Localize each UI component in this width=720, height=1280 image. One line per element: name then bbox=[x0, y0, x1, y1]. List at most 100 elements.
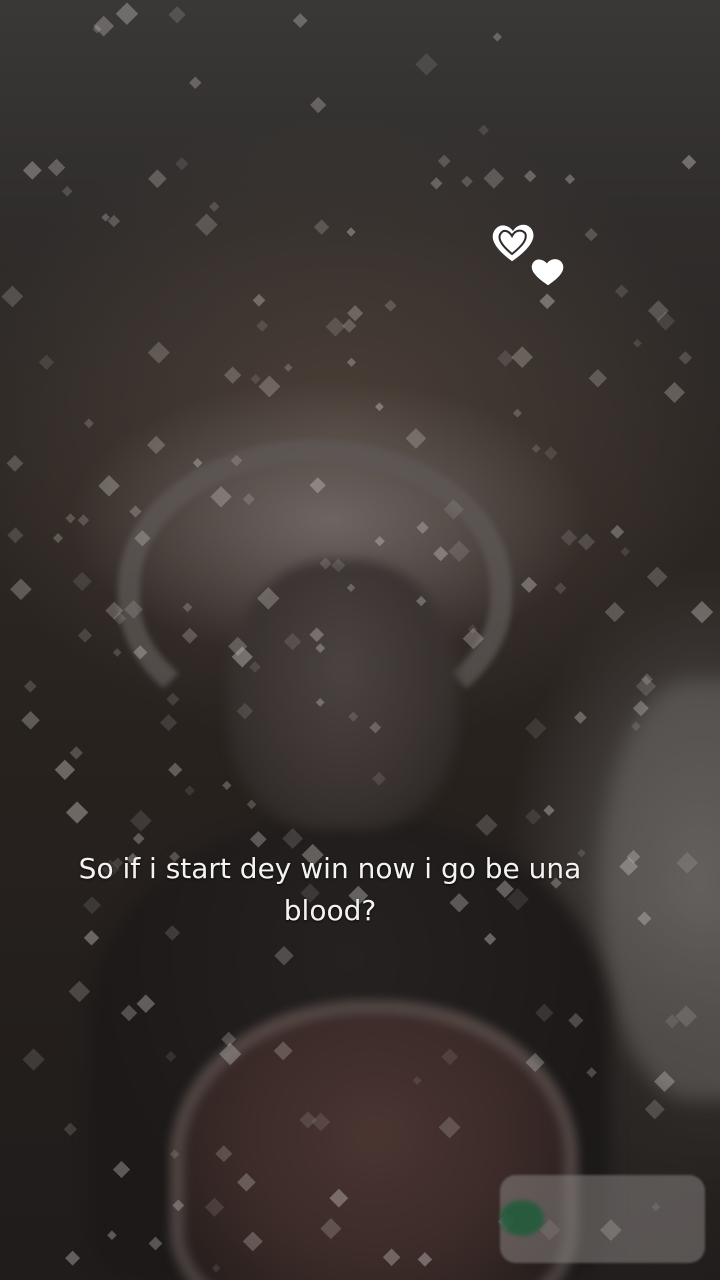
sparkle-icon bbox=[525, 808, 542, 825]
sparkle-icon bbox=[313, 219, 330, 235]
sparkle-icon bbox=[437, 154, 451, 168]
caption-line: blood? bbox=[283, 894, 377, 927]
sparkle-icon bbox=[189, 76, 202, 90]
heart-icon bbox=[492, 224, 534, 262]
sparkle-icon bbox=[258, 375, 281, 398]
sparkle-icon bbox=[147, 341, 170, 364]
sparkle-icon bbox=[168, 762, 183, 777]
sparkle-icon bbox=[544, 446, 558, 460]
sparkle-icon bbox=[184, 785, 195, 796]
sparkle-icon bbox=[222, 780, 232, 791]
sparkle-icon bbox=[292, 13, 308, 29]
sparkle-icon bbox=[640, 673, 654, 686]
sparkle-icon bbox=[168, 6, 186, 24]
sparkle-icon bbox=[430, 177, 443, 190]
sparkle-icon bbox=[93, 15, 115, 37]
sparkle-icon bbox=[129, 505, 142, 518]
sparkle-icon bbox=[132, 832, 145, 845]
sparkle-icon bbox=[604, 602, 625, 623]
heart-icon bbox=[531, 259, 564, 286]
sparkle-icon bbox=[678, 351, 693, 365]
sparkle-icon bbox=[384, 299, 397, 312]
sparkle-icon bbox=[160, 714, 178, 732]
sparkle-icon bbox=[512, 408, 522, 418]
sparkle-icon bbox=[588, 369, 607, 388]
sparkle-icon bbox=[10, 578, 32, 601]
sparkle-icon bbox=[525, 717, 547, 740]
sparkle-icon bbox=[148, 169, 167, 189]
sparkle-icon bbox=[115, 2, 139, 25]
sparkle-icon bbox=[65, 513, 76, 524]
sparkle-icon bbox=[209, 201, 220, 212]
sparkle-icon bbox=[475, 814, 498, 837]
sparkle-icon bbox=[21, 711, 40, 730]
sparkle-icon bbox=[107, 214, 121, 228]
person-face bbox=[228, 560, 458, 830]
sparkle-icon bbox=[496, 349, 514, 367]
sparkle-icon bbox=[147, 435, 166, 455]
sparkle-icon bbox=[223, 366, 242, 384]
sparkle-icon bbox=[256, 319, 269, 332]
sparkle-icon bbox=[63, 1122, 78, 1136]
sparkle-icon bbox=[461, 175, 473, 188]
sparkle-icon bbox=[492, 32, 502, 42]
sparkle-icon bbox=[633, 338, 642, 348]
sparkle-icon bbox=[47, 158, 66, 177]
sparkle-icon bbox=[61, 185, 73, 197]
sparkle-icon bbox=[342, 318, 357, 333]
sparkle-icon bbox=[7, 527, 24, 544]
blurred-badge-dot bbox=[500, 1200, 544, 1236]
sparkle-icon bbox=[478, 124, 490, 136]
sparkle-icon bbox=[22, 1048, 45, 1071]
sparkle-icon bbox=[375, 402, 384, 412]
sparkle-icon bbox=[347, 305, 364, 322]
sparkle-icon bbox=[415, 53, 438, 76]
sparkle-icon bbox=[610, 524, 625, 539]
sparkle-icon bbox=[681, 154, 697, 170]
sparkle-icon bbox=[614, 284, 629, 299]
sparkle-icon bbox=[77, 514, 90, 526]
sparkle-icon bbox=[346, 227, 356, 237]
sparkle-icon bbox=[68, 980, 91, 1003]
sparkle-icon bbox=[38, 354, 55, 371]
sparkle-icon bbox=[560, 529, 578, 546]
video-frame: So if i start dey win now i go be una bl… bbox=[0, 0, 720, 1280]
hearts-sticker-icon bbox=[492, 224, 564, 286]
caption-text: So if i start dey win now i go be una bl… bbox=[20, 848, 640, 932]
sparkle-icon bbox=[250, 373, 261, 385]
sparkle-icon bbox=[284, 363, 293, 372]
sparkle-icon bbox=[511, 346, 534, 368]
sparkle-icon bbox=[129, 809, 152, 832]
sparkle-icon bbox=[1, 285, 24, 308]
sparkle-icon bbox=[246, 799, 257, 810]
sparkle-icon bbox=[620, 547, 630, 557]
sparkle-icon bbox=[72, 571, 92, 591]
sparkle-icon bbox=[646, 566, 668, 588]
sparkle-icon bbox=[635, 676, 657, 697]
sparkle-icon bbox=[83, 418, 94, 429]
sparkle-icon bbox=[101, 213, 110, 222]
sparkle-icon bbox=[98, 475, 120, 497]
sparkle-icon bbox=[577, 533, 596, 551]
sparkle-icon bbox=[112, 648, 122, 657]
sparkle-icon bbox=[656, 311, 676, 331]
sparkle-icon bbox=[22, 160, 42, 180]
sparkle-icon bbox=[483, 168, 505, 189]
sparkle-icon bbox=[584, 228, 598, 242]
sparkle-icon bbox=[346, 357, 357, 367]
sparkle-icon bbox=[310, 96, 327, 114]
sparkle-icon bbox=[531, 444, 541, 453]
sparkle-icon bbox=[65, 1250, 81, 1266]
sparkle-icon bbox=[24, 680, 37, 693]
sparkle-icon bbox=[325, 316, 346, 337]
sparkle-icon bbox=[644, 1099, 665, 1120]
sparkle-icon bbox=[175, 157, 189, 171]
sparkle-icon bbox=[83, 930, 100, 946]
sparkle-icon bbox=[77, 628, 93, 643]
sparkle-icon bbox=[252, 293, 266, 307]
sparkle-icon bbox=[664, 382, 685, 403]
sparkle-icon bbox=[195, 213, 218, 236]
sparkle-icon bbox=[405, 428, 427, 449]
sparkle-icon bbox=[52, 533, 64, 544]
caption-line: So if i start dey win now i go be una bbox=[78, 852, 582, 885]
